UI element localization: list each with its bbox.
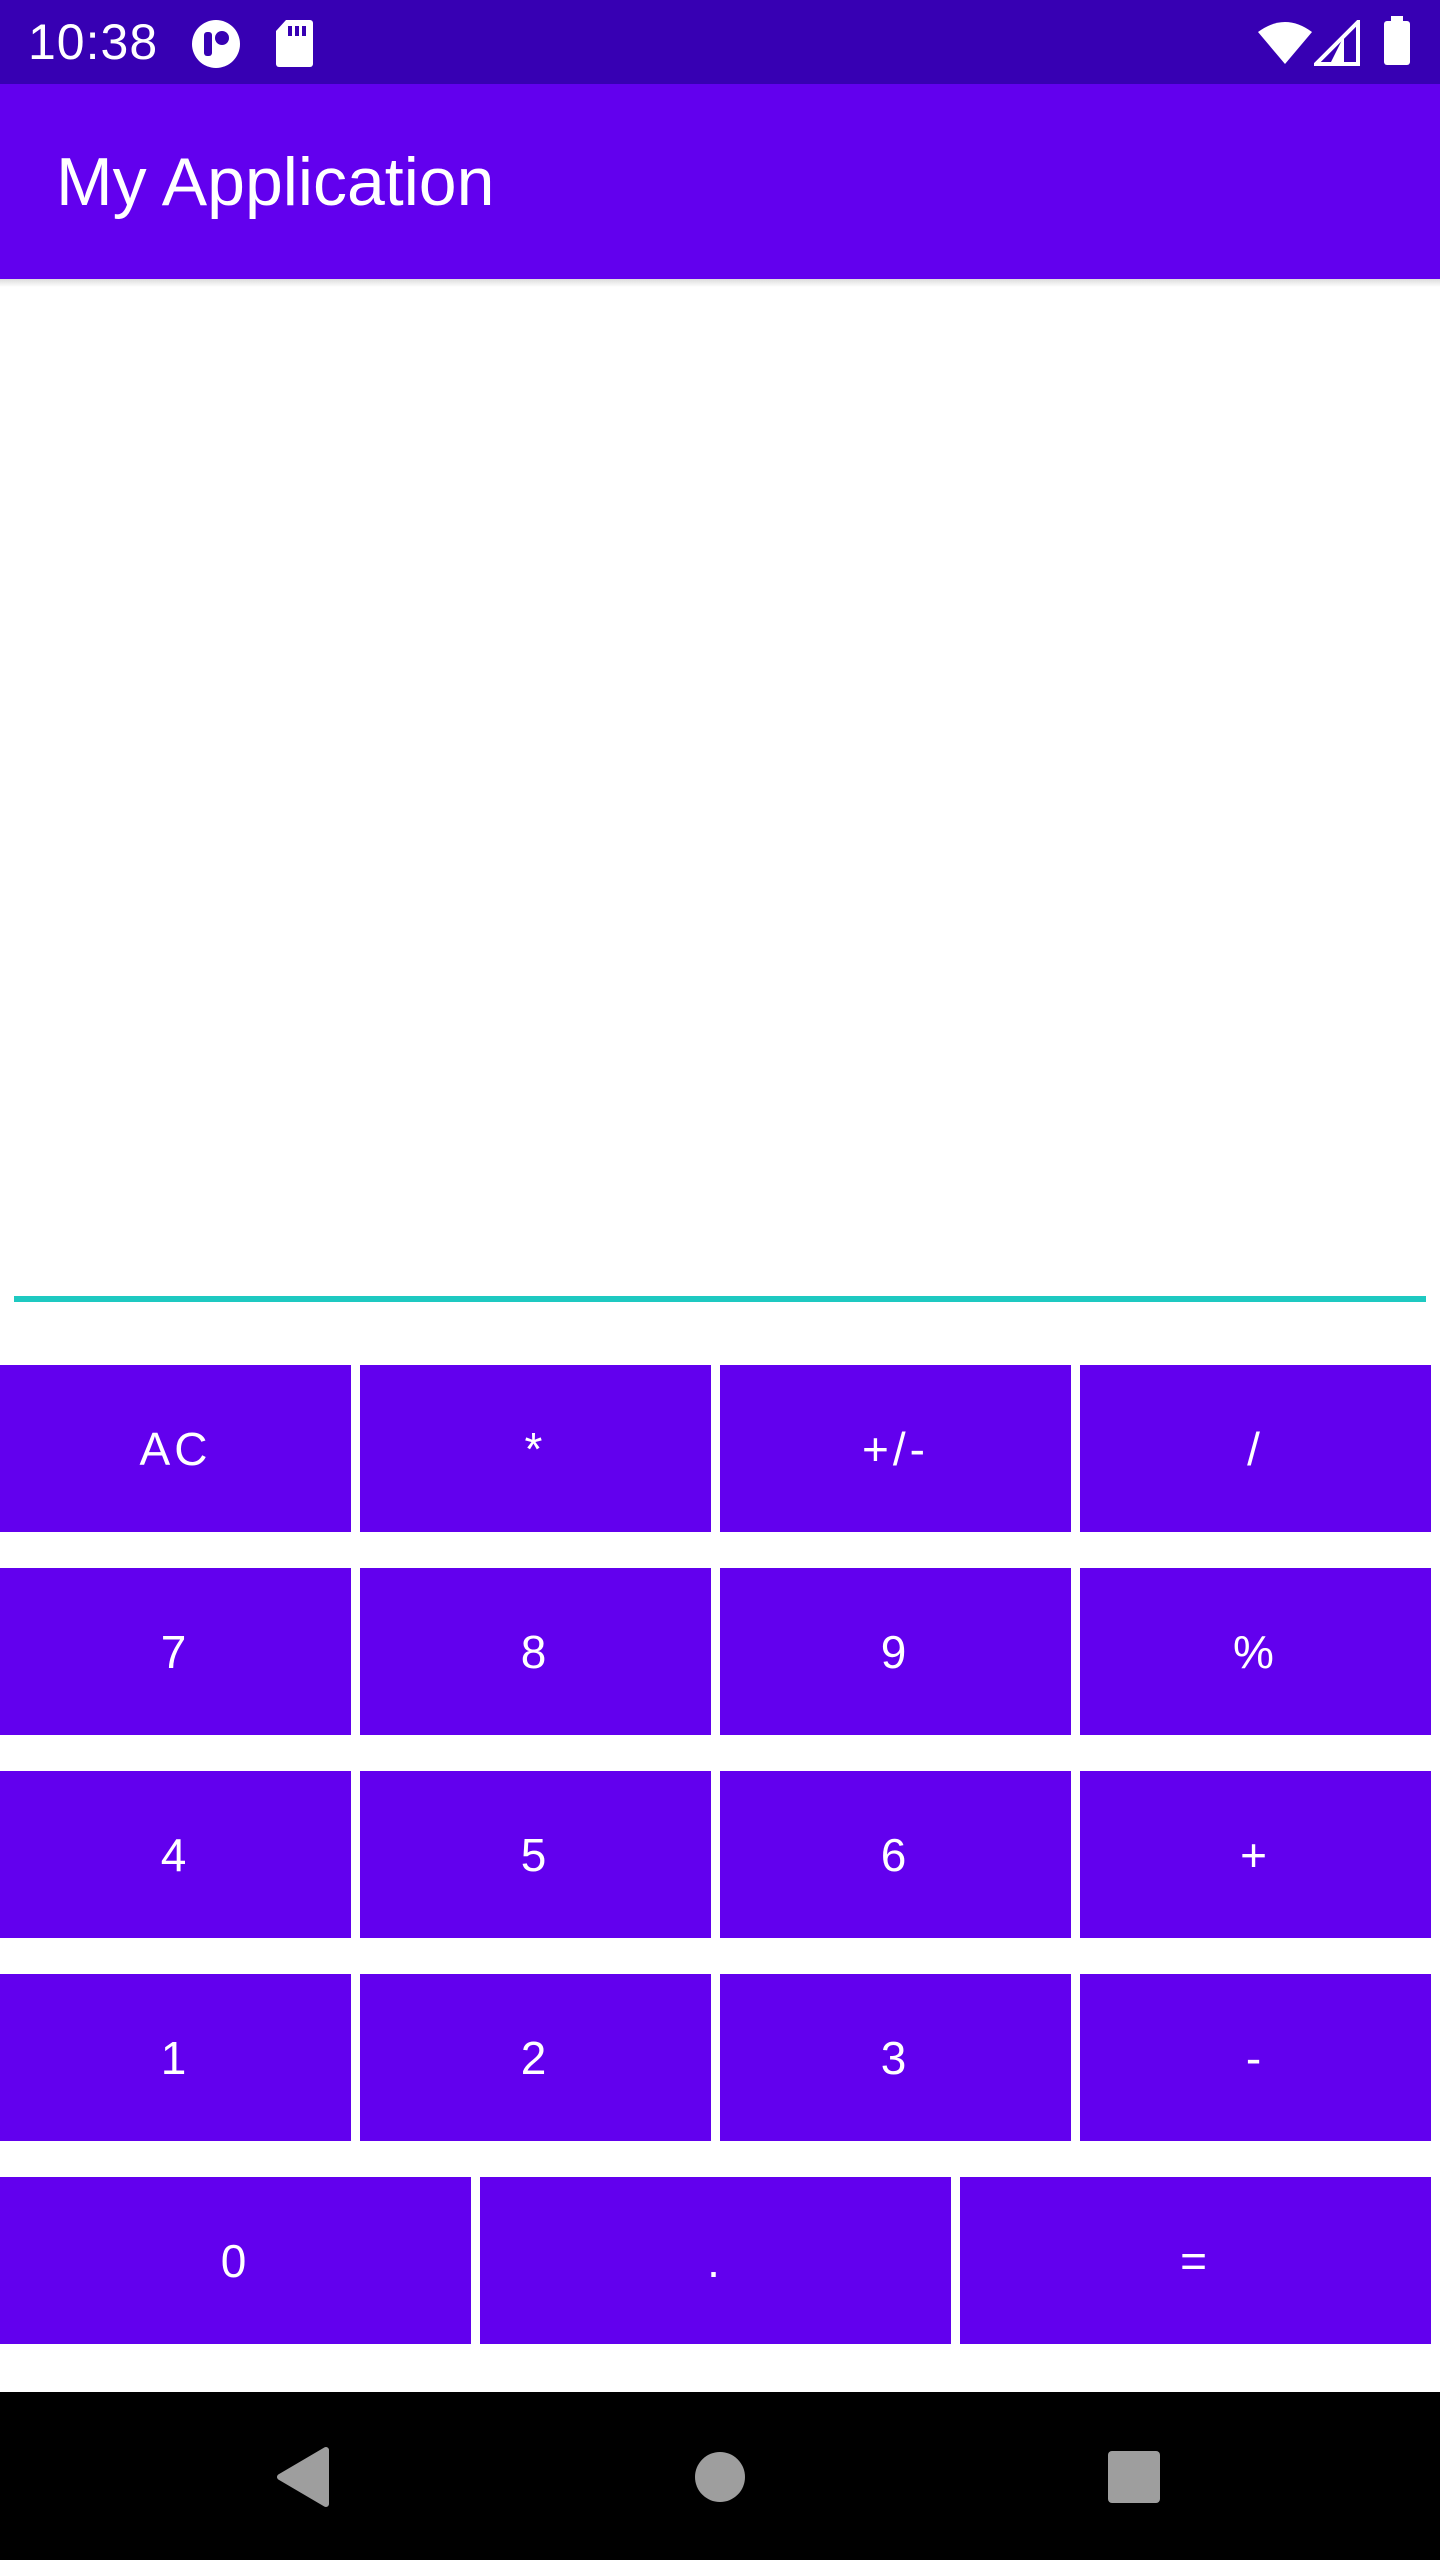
navigation-bar: [0, 2392, 1440, 2560]
app-bar: My Application: [0, 84, 1440, 279]
divide-button[interactable]: /: [1080, 1365, 1431, 1532]
digit-7-button[interactable]: 7: [0, 1568, 351, 1735]
back-icon[interactable]: [252, 2442, 352, 2512]
battery-icon: [1382, 16, 1412, 71]
add-button[interactable]: +: [1080, 1771, 1431, 1938]
app-bar-shadow: [0, 279, 1440, 287]
digit-1-button[interactable]: 1: [0, 1974, 351, 2141]
subtract-button[interactable]: -: [1080, 1974, 1431, 2141]
app-title: My Application: [56, 144, 495, 220]
status-bar: 10:38: [0, 0, 1440, 84]
app-notification-icon: [190, 18, 242, 75]
digit-6-button[interactable]: 6: [720, 1771, 1071, 1938]
sd-card-icon: [274, 18, 314, 73]
digit-2-button[interactable]: 2: [360, 1974, 711, 2141]
multiply-button[interactable]: *: [360, 1365, 711, 1532]
recents-icon[interactable]: [1084, 2442, 1184, 2512]
sign-toggle-button[interactable]: +/-: [720, 1365, 1071, 1532]
percent-button[interactable]: %: [1080, 1568, 1431, 1735]
digit-9-button[interactable]: 9: [720, 1568, 1071, 1735]
equals-button[interactable]: =: [960, 2177, 1431, 2344]
digit-0-button[interactable]: 0: [0, 2177, 471, 2344]
wifi-icon: [1256, 20, 1314, 71]
digit-3-button[interactable]: 3: [720, 1974, 1071, 2141]
digit-8-button[interactable]: 8: [360, 1568, 711, 1735]
digit-5-button[interactable]: 5: [360, 1771, 711, 1938]
home-icon[interactable]: [670, 2442, 770, 2512]
cell-signal-icon: [1311, 17, 1360, 71]
status-time: 10:38: [28, 14, 159, 70]
decimal-point-button[interactable]: .: [480, 2177, 951, 2344]
calculator-display-input[interactable]: [14, 290, 1426, 1302]
all-clear-button[interactable]: AC: [0, 1365, 351, 1532]
digit-4-button[interactable]: 4: [0, 1771, 351, 1938]
